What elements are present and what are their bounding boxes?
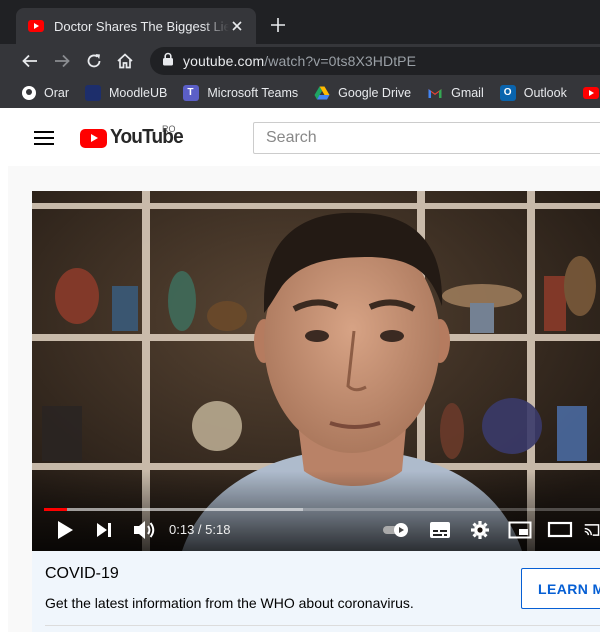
bookmark-google-drive[interactable]: Google Drive xyxy=(314,85,411,101)
progress-buffered xyxy=(44,508,303,511)
gmail-icon xyxy=(427,85,443,101)
bookmark-orar[interactable]: Orar xyxy=(22,86,69,100)
bookmark-gmail[interactable]: Gmail xyxy=(427,85,484,101)
video-player[interactable]: 0:13 / 5:18 xyxy=(32,191,600,551)
bookmark-microsoft-teams[interactable]: T Microsoft Teams xyxy=(183,85,298,101)
miniplayer-icon[interactable] xyxy=(507,517,533,543)
youtube-icon xyxy=(582,87,599,99)
autoplay-toggle[interactable] xyxy=(382,517,412,543)
covid-title: COVID-19 xyxy=(45,565,119,582)
duration: 5:18 xyxy=(205,522,231,537)
forward-arrow-icon[interactable] xyxy=(51,50,73,72)
browser-toolbar: youtube.com/watch?v=0ts8X3HDtPE xyxy=(0,44,600,78)
region-code: RO xyxy=(162,124,176,134)
url-host: youtube.com xyxy=(183,53,265,69)
outlook-icon: O xyxy=(499,85,516,101)
cast-icon[interactable] xyxy=(584,517,600,543)
bookmark-label: Outlook xyxy=(523,86,567,100)
teams-icon: T xyxy=(183,85,200,101)
covid-info-panel: COVID-19 Get the latest information from… xyxy=(32,551,600,632)
close-tab-icon[interactable] xyxy=(228,17,246,35)
bookmark-outlook[interactable]: O Outlook xyxy=(499,85,567,101)
divider xyxy=(45,625,600,626)
orar-icon xyxy=(22,86,36,100)
bookmark-label: MoodleUB xyxy=(109,86,168,100)
progress-bar[interactable] xyxy=(44,508,600,511)
menu-icon[interactable] xyxy=(34,131,54,145)
bookmark-label: Google Drive xyxy=(338,86,412,100)
settings-gear-icon[interactable] xyxy=(468,517,492,543)
back-arrow-icon[interactable] xyxy=(19,50,41,72)
search-input[interactable] xyxy=(253,122,600,154)
url-path: /watch?v=0ts8X3HDtPE xyxy=(264,53,417,69)
bookmark-label: Orar xyxy=(44,86,69,100)
browser-tab-strip: Doctor Shares The Biggest Lie About xyxy=(0,0,600,44)
moodle-icon xyxy=(85,85,101,101)
home-icon[interactable] xyxy=(114,50,136,72)
progress-played xyxy=(44,508,67,511)
reload-icon[interactable] xyxy=(83,50,105,72)
next-video-icon[interactable] xyxy=(92,517,116,543)
address-bar[interactable]: youtube.com/watch?v=0ts8X3HDtPE xyxy=(150,47,600,75)
learn-more-button[interactable]: LEARN MORE xyxy=(521,568,600,609)
bookmark-label: Gmail xyxy=(451,86,484,100)
youtube-favicon-icon xyxy=(28,20,44,32)
bookmark-youtube[interactable] xyxy=(582,87,600,99)
time-display: 0:13 / 5:18 xyxy=(169,522,231,537)
google-drive-icon xyxy=(314,85,330,101)
bookmarks-bar: Orar MoodleUB T Microsoft Teams Google D… xyxy=(0,78,600,108)
youtube-header: YouTube RO xyxy=(0,108,600,166)
browser-tab[interactable]: Doctor Shares The Biggest Lie About xyxy=(16,8,256,44)
volume-icon[interactable] xyxy=(130,517,158,543)
bookmark-moodleub[interactable]: MoodleUB xyxy=(85,85,167,101)
new-tab-icon[interactable] xyxy=(268,15,288,35)
covid-description: Get the latest information from the WHO … xyxy=(45,595,414,611)
lock-icon[interactable] xyxy=(162,52,174,71)
play-icon[interactable] xyxy=(52,517,78,543)
current-time: 0:13 xyxy=(169,522,195,537)
bookmark-label: Microsoft Teams xyxy=(207,86,299,100)
tab-title: Doctor Shares The Biggest Lie About xyxy=(54,18,229,34)
youtube-play-logo-icon xyxy=(80,128,107,148)
subtitles-icon[interactable] xyxy=(428,517,452,543)
url-text: youtube.com/watch?v=0ts8X3HDtPE xyxy=(183,53,416,69)
theater-mode-icon[interactable] xyxy=(546,517,574,543)
